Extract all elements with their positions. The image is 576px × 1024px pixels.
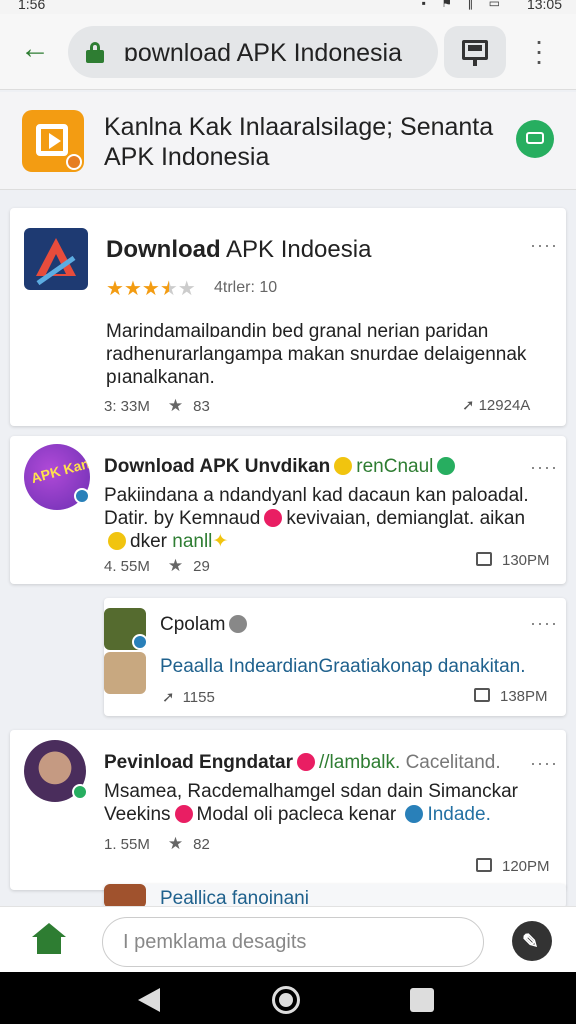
face-emoji-icon bbox=[296, 753, 315, 771]
star-rating: ★★★★★ 4trler: 10 bbox=[106, 276, 277, 301]
face-emoji-icon bbox=[174, 805, 193, 823]
play-icon bbox=[36, 124, 68, 156]
bottom-bar: I pemklama desagits ✎ bbox=[0, 906, 576, 972]
more-options-icon[interactable]: ···· bbox=[530, 614, 558, 632]
star-icon: ★ bbox=[141, 278, 160, 300]
status-time-left: 1:56 bbox=[18, 0, 46, 12]
star-empty-icon: ★ bbox=[177, 278, 196, 300]
reply-author: Cpolam bbox=[160, 614, 251, 636]
status-bar: 1:56 ▪ ⚑ ∥ ▭ 13:05 bbox=[0, 0, 576, 14]
compose-action-button[interactable]: ✎ bbox=[512, 921, 552, 961]
globe-emoji-icon bbox=[405, 805, 424, 823]
like-count[interactable]: 130PM bbox=[476, 552, 550, 569]
avatar[interactable] bbox=[104, 652, 146, 694]
chat-icon bbox=[526, 132, 544, 144]
face-emoji-icon bbox=[264, 509, 283, 527]
app-description: Marindamailɒandin bed granal nerian pari… bbox=[106, 321, 527, 388]
edit-icon: ✎ bbox=[522, 931, 539, 953]
thumbs-up-icon bbox=[476, 858, 492, 872]
address-bar[interactable]: ɒownload APK Indonesia bbox=[68, 26, 438, 78]
avatar[interactable] bbox=[104, 884, 146, 908]
app-logo[interactable] bbox=[22, 110, 84, 172]
badge-emoji-icon bbox=[437, 457, 456, 475]
like-count[interactable]: 120PM bbox=[476, 858, 550, 875]
smile-emoji-icon bbox=[108, 532, 126, 550]
post-card[interactable]: APK Kanlan Download APK Unvdikan renCnaul… bbox=[10, 436, 566, 584]
compose-input[interactable]: I pemklama desagits bbox=[102, 917, 484, 967]
status-icons: ▪ ⚑ ∥ ▭ bbox=[421, 0, 506, 10]
star-icon: ★ bbox=[167, 556, 184, 575]
share-arrow-icon: ➚ bbox=[462, 397, 475, 414]
home-icon[interactable] bbox=[32, 923, 66, 955]
smile-emoji-icon bbox=[334, 457, 353, 475]
verified-icon bbox=[132, 634, 148, 650]
app-icon bbox=[24, 228, 88, 290]
reply-card[interactable]: Cpolam ···· Peaalla IndeardianGraatiakon… bbox=[104, 598, 566, 716]
nav-recents-icon[interactable] bbox=[410, 988, 434, 1012]
more-options-icon[interactable]: ···· bbox=[530, 754, 558, 772]
share-count[interactable]: ➚ 12924A bbox=[462, 396, 530, 414]
more-options-icon[interactable]: ···· bbox=[530, 236, 558, 254]
lock-icon bbox=[86, 42, 104, 63]
more-options-icon[interactable]: ···· bbox=[530, 458, 558, 476]
post-card[interactable]: Pevinload Engndatar//lambalk. Cacelitand… bbox=[10, 730, 566, 890]
post-title: Download APK Unvdikan renCnaul bbox=[104, 456, 459, 478]
reply-meta: ➚ 1155 bbox=[162, 689, 215, 706]
overflow-menu-icon[interactable]: · · · bbox=[524, 27, 554, 75]
post-body: Pakiindana a ndandyanl kad dacaun kan pa… bbox=[104, 485, 529, 552]
verified-icon bbox=[74, 488, 90, 504]
like-count[interactable]: 138PM bbox=[474, 688, 548, 705]
sparkle-emoji-icon: ✦ bbox=[212, 531, 229, 552]
status-time-right: 13:05 bbox=[526, 0, 562, 12]
star-icon: ★ bbox=[167, 396, 184, 415]
reply-text: Peaalla IndeardianGraatiakonap danakitan… bbox=[160, 656, 526, 677]
browser-toolbar: ← ɒownload APK Indonesia · · · bbox=[0, 14, 576, 90]
post-body: Msamea, Racdemalhamgel sdan dain Simanck… bbox=[104, 781, 518, 825]
post-meta: 1. 55M ★ 82 bbox=[104, 834, 210, 853]
rating-text: 4trler: 10 bbox=[214, 279, 278, 296]
reply-card[interactable]: Peallica fanoinani bbox=[104, 884, 566, 909]
app-meta: 3: 33M ★ 83 bbox=[104, 396, 210, 415]
star-icon: ★ bbox=[123, 278, 142, 300]
system-nav-bar bbox=[0, 972, 576, 1024]
thumbs-up-icon bbox=[474, 688, 490, 702]
app-header: Kanlna Kak Inlaaralsilage; Senanta APK I… bbox=[0, 92, 576, 190]
verified-icon bbox=[72, 784, 88, 800]
star-half-icon: ★ bbox=[159, 278, 178, 300]
nav-home-icon[interactable] bbox=[272, 986, 300, 1014]
screen-icon bbox=[462, 40, 488, 60]
share-arrow-icon: ➚ bbox=[162, 689, 175, 706]
post-title: Pevinload Engndatar//lambalk. Cacelitand… bbox=[104, 752, 501, 773]
thumbs-up-icon bbox=[476, 552, 492, 566]
tab-switcher-button[interactable] bbox=[444, 26, 506, 78]
app-card-title: Download APK Indoesia bbox=[106, 236, 372, 263]
post-meta: 4. 55M ★ 29 bbox=[104, 556, 210, 575]
back-arrow-icon[interactable]: ← bbox=[20, 34, 52, 66]
compose-placeholder: I pemklama desagits bbox=[123, 931, 307, 953]
chat-button[interactable] bbox=[516, 120, 554, 158]
nav-back-icon[interactable] bbox=[138, 988, 160, 1012]
url-text: ɒownload APK Indonesia bbox=[124, 39, 402, 67]
star-icon: ★ bbox=[106, 278, 124, 300]
header-title: Kanlna Kak Inlaaralsilage; Senanta APK I… bbox=[104, 113, 494, 171]
star-icon: ★ bbox=[167, 834, 184, 853]
verified-badge-icon bbox=[229, 615, 248, 633]
app-card[interactable]: Download APK Indoesia ···· ★★★★★ 4trler:… bbox=[10, 208, 566, 426]
